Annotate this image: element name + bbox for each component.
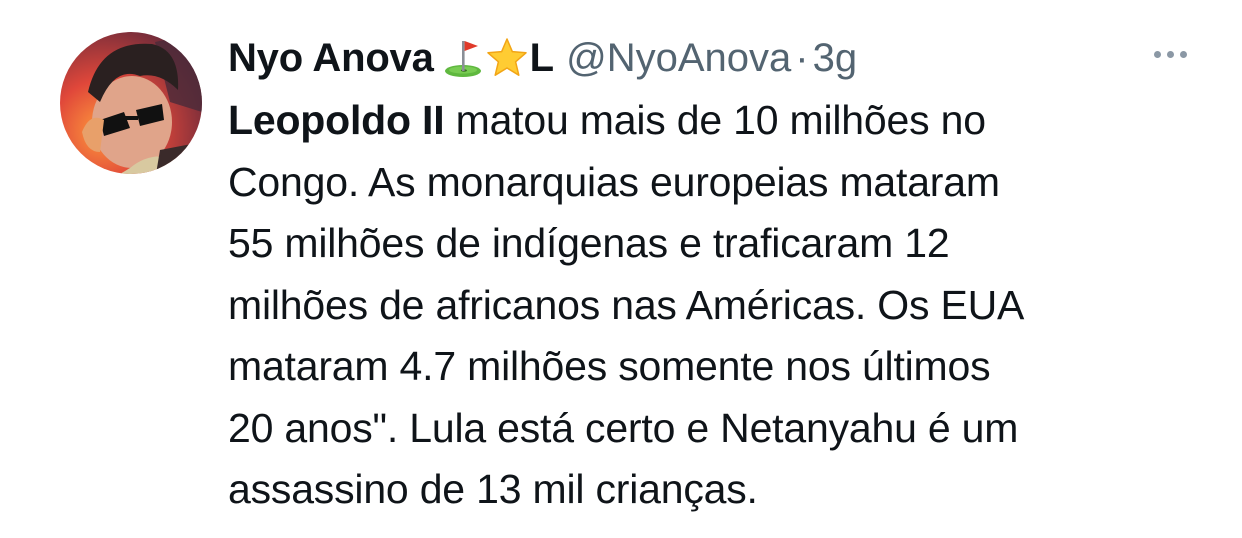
avatar-image (60, 32, 202, 174)
tweet-card[interactable]: Nyo Anova L @NyoAnova · 3g Leopoldo II m… (0, 0, 1242, 538)
more-horizontal-icon-dot (1179, 50, 1187, 58)
avatar[interactable] (60, 32, 202, 174)
author-handle[interactable]: @NyoAnova (566, 36, 791, 81)
star-icon (486, 37, 528, 79)
more-horizontal-icon (1153, 50, 1161, 58)
tweet-line-3: 55 milhões de indígenas e traficaram 12 (228, 220, 950, 266)
tweet-line-6: 20 anos". Lula está certo e Netanyahu é … (228, 404, 1019, 451)
tweet-line-1-text: matou mais de 10 milhões no (444, 97, 986, 143)
tweet-timestamp[interactable]: 3g (813, 36, 858, 81)
tweet-header: Nyo Anova L @NyoAnova · 3g (228, 28, 1188, 88)
author-display-name[interactable]: Nyo Anova (228, 36, 434, 81)
tweet-line-4: milhões de africanos nas Américas. Os EU… (228, 281, 1025, 328)
tweet-line-7: assassino de 13 mil crianças. (228, 466, 758, 512)
author-name-suffix: L (529, 35, 555, 80)
tweet-text: Leopoldo II matou mais de 10 milhões no … (228, 90, 1188, 521)
more-horizontal-icon-dot (1166, 50, 1174, 58)
tweet-line-1: Leopoldo II matou mais de 10 milhões no (228, 90, 1188, 152)
tweet-line-5: mataram 4.7 milhões somente nos últimos (228, 343, 991, 389)
tweet-content: Nyo Anova L @NyoAnova · 3g Leopoldo II m… (228, 28, 1188, 521)
tweet-line-2: Congo. As monarquias europeias mataram (228, 158, 1000, 205)
tweet-bold-mention: Leopoldo II (228, 97, 445, 143)
golf-flag-icon (442, 37, 484, 79)
more-options-button[interactable] (1138, 40, 1202, 68)
separator-dot: · (795, 35, 809, 80)
